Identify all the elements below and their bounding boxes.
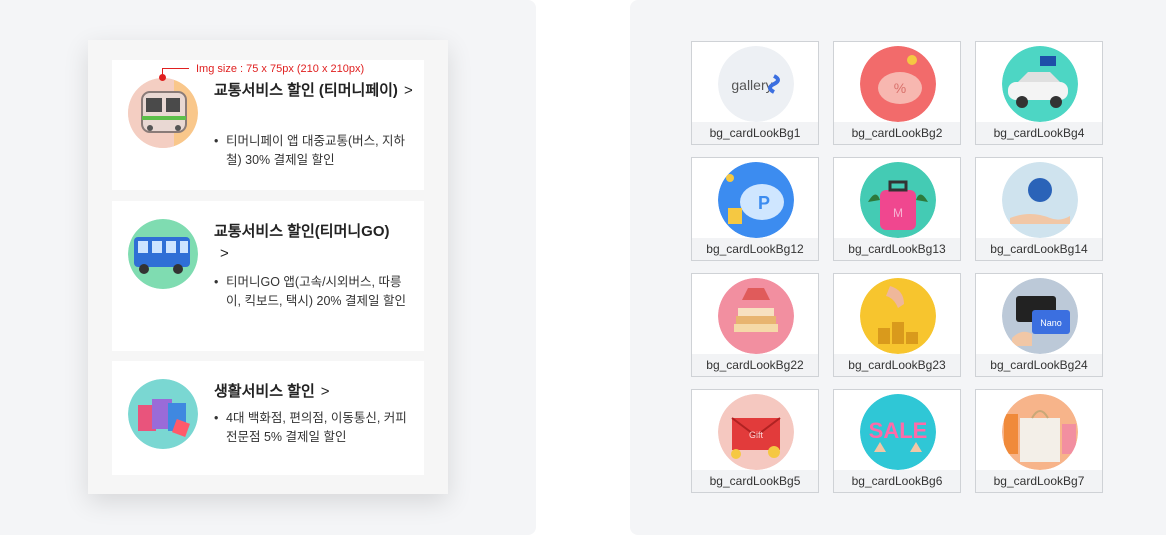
gallery-tile[interactable]: SALE bg_cardLookBg6 [833,389,961,493]
tile-label: bg_cardLookBg13 [834,238,960,260]
svg-text:%: % [894,80,906,96]
annotation-leader [162,68,163,77]
piggy-bank-percent-icon: % [860,46,936,122]
tile-label: bg_cardLookBg12 [692,238,818,260]
card-title[interactable]: 생활서비스 할인 > [214,381,414,403]
tile-label: bg_cardLookBg2 [834,122,960,144]
tile-label: bg_cardLookBg24 [976,354,1102,376]
books-icon [718,278,794,354]
subway-train-icon [128,78,198,148]
piggy-bank-coins-icon: P [718,162,794,238]
svg-text:Gift: Gift [749,430,764,440]
card-description: 4대 백화점, 편의점, 이동통신, 커피전문점 5% 결제일 할인 [214,409,416,447]
tile-label: bg_cardLookBg4 [976,122,1102,144]
annotation-leader [162,68,189,69]
chevron-right-icon: > [320,383,330,400]
card-description: 티머니페이 앱 대중교통(버스, 지하철) 30% 결제일 할인 [214,132,416,170]
tile-label: bg_cardLookBg22 [692,354,818,376]
shopping-bags-icon [128,379,198,449]
coins-hand-icon [860,278,936,354]
suitcase-icon: M [860,162,936,238]
tile-label: bg_cardLookBg6 [834,470,960,492]
tile-label: bg_cardLookBg7 [976,470,1102,492]
tile-label: bg_cardLookBg14 [976,238,1102,260]
gallery-tile[interactable]: Gift bg_cardLookBg5 [691,389,819,493]
svg-text:P: P [758,193,770,213]
gallery-tile[interactable]: bg_cardLookBg14 [975,157,1103,261]
sale-letters-icon: SALE [860,394,936,470]
gallery-tile[interactable]: P bg_cardLookBg12 [691,157,819,261]
svg-text:gallery: gallery [731,77,772,93]
image-size-annotation: Img size : 75 x 75px (210 x 210px) [196,63,365,75]
gallery-tile[interactable]: M bg_cardLookBg13 [833,157,961,261]
gallery-tile[interactable]: % bg_cardLookBg2 [833,41,961,145]
hand-logo-icon [1002,162,1078,238]
car-icon [1002,46,1078,122]
tile-label: bg_cardLookBg5 [692,470,818,492]
preview-panel: 교통서비스 할인 (티머니페이)> 티머니페이 앱 대중교통(버스, 지하철) … [0,0,536,535]
gallery-tile[interactable]: bg_cardLookBg22 [691,273,819,377]
benefit-card[interactable]: 교통서비스 할인(티머니GO)> 티머니GO 앱(고속/시외버스, 따릉이, 킥… [112,201,424,351]
card-title[interactable]: 교통서비스 할인(티머니GO) > [214,221,414,265]
gallery-tile[interactable]: bg_cardLookBg7 [975,389,1103,493]
tile-label: bg_cardLookBg23 [834,354,960,376]
card-title[interactable]: 교통서비스 할인 (티머니페이) > [214,80,414,102]
card-description: 티머니GO 앱(고속/시외버스, 따릉이, 킥보드, 택시) 20% 결제일 할… [214,273,416,311]
chevron-right-icon: > [403,82,413,99]
svg-text:Nano: Nano [1040,318,1062,328]
tile-label: bg_cardLookBg1 [692,122,818,144]
gallery-tile[interactable]: Nano bg_cardLookBg24 [975,273,1103,377]
gallery-tile[interactable]: bg_cardLookBg4 [975,41,1103,145]
svg-text:M: M [893,206,903,220]
chevron-right-icon: > [220,245,229,262]
mobile-preview: 교통서비스 할인 (티머니페이)> 티머니페이 앱 대중교통(버스, 지하철) … [88,40,448,494]
cards-hand-icon: Nano [1002,278,1078,354]
gallery-tile[interactable]: gallery bg_cardLookBg1 [691,41,819,145]
bus-icon [128,219,198,289]
shopping-bag-icon [1002,394,1078,470]
benefit-card[interactable]: 생활서비스 할인> 4대 백화점, 편의점, 이동통신, 커피전문점 5% 결제… [112,361,424,475]
gallery-tile[interactable]: bg_cardLookBg23 [833,273,961,377]
svg-text:SALE: SALE [869,418,928,443]
gallery-panel: gallery bg_cardLookBg1 % bg_cardLookBg2 … [630,0,1166,535]
gallery-logo-icon: gallery [718,46,794,122]
gift-envelope-icon: Gift [718,394,794,470]
